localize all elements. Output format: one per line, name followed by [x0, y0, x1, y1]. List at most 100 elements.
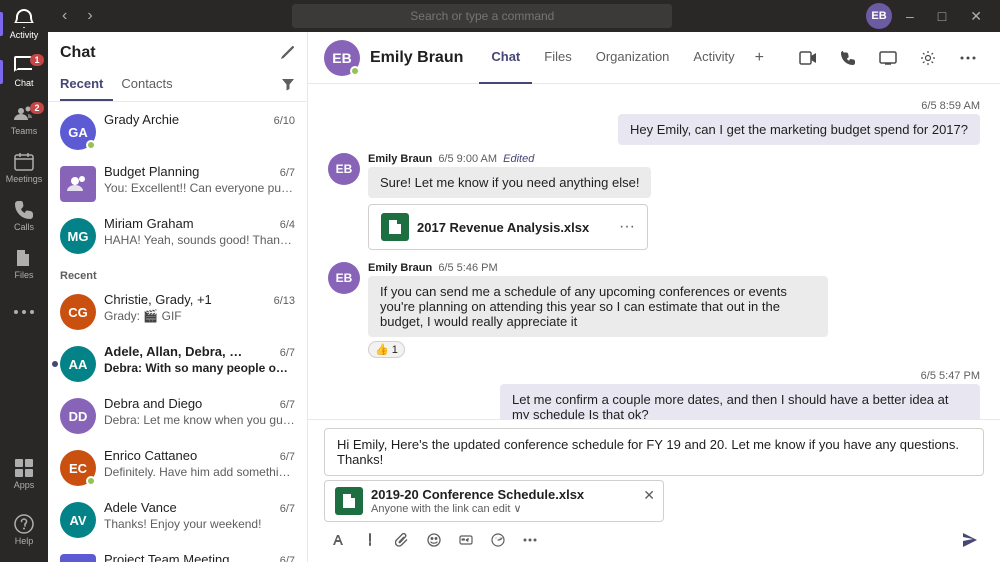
message-bubble: Hey Emily, can I get the marketing budge…: [618, 114, 980, 145]
chat-panel: Chat Recent Contacts GA Grady Archie6/10…: [48, 32, 308, 562]
tab-chat[interactable]: Chat: [479, 32, 532, 84]
list-item[interactable]: AA Adele, Allan, Debra, +36/7Debra: With…: [48, 338, 307, 390]
attachment-more-button[interactable]: ···: [619, 218, 635, 236]
compose-attachment-preview: 2019-20 Conference Schedule.xlsx Anyone …: [324, 480, 664, 522]
compose-toolbar: [324, 522, 984, 554]
search-input[interactable]: [292, 4, 672, 28]
avatar: DD: [60, 398, 96, 434]
chat-header: EB Emily Braun Chat Files Organization A…: [308, 32, 1000, 84]
compose-area: Hi Emily, Here's the updated conference …: [308, 419, 1000, 562]
message-bubble: Let me confirm a couple more dates, and …: [500, 384, 980, 419]
compose-attachment-info: 2019-20 Conference Schedule.xlsx Anyone …: [371, 487, 653, 515]
message-body: 6/5 5:47 PM Let me confirm a couple more…: [500, 370, 980, 419]
chat-window: EB Emily Braun Chat Files Organization A…: [308, 32, 1000, 562]
remove-attachment-button[interactable]: ✕: [643, 487, 655, 504]
attachment-icon: [381, 213, 409, 241]
forward-button[interactable]: ›: [81, 3, 98, 29]
close-button[interactable]: ✕: [960, 4, 992, 29]
message-body: 6/5 8:59 AM Hey Emily, can I get the mar…: [618, 100, 980, 145]
sidebar-label-meetings: Meetings: [6, 174, 43, 184]
messages-area: 6/5 8:59 AM Hey Emily, can I get the mar…: [308, 84, 1000, 419]
list-item[interactable]: DD Debra and Diego6/7Debra: Let me know …: [48, 390, 307, 442]
compose-icon[interactable]: [279, 45, 295, 61]
chat-header-actions: [792, 42, 984, 74]
tab-activity[interactable]: Activity: [681, 32, 746, 84]
sidebar-label-calls: Calls: [14, 222, 34, 232]
sidebar: Activity 1 Chat 2 Teams Meetings Calls F…: [0, 0, 48, 562]
compose-attachment-subtitle: Anyone with the link can edit ∨: [371, 502, 653, 515]
section-label-recent: Recent: [48, 262, 307, 286]
message-row: 6/5 8:59 AM Hey Emily, can I get the mar…: [328, 100, 980, 145]
chat-tabs: Recent Contacts: [48, 70, 307, 102]
sidebar-item-help[interactable]: Help: [0, 506, 48, 554]
sticker-button[interactable]: [484, 526, 512, 554]
filter-icon[interactable]: [281, 77, 295, 94]
chat-panel-header: Chat: [48, 32, 307, 70]
screen-share-button[interactable]: [872, 42, 904, 74]
sidebar-label-activity: Activity: [10, 30, 39, 40]
emoji-button[interactable]: [420, 526, 448, 554]
compose-text[interactable]: Hi Emily, Here's the updated conference …: [324, 428, 984, 476]
add-tab-button[interactable]: +: [747, 49, 772, 67]
back-button[interactable]: ‹: [56, 3, 73, 29]
sidebar-item-files[interactable]: Files: [0, 240, 48, 288]
main-content: Chat Recent Contacts GA Grady Archie6/10…: [48, 32, 1000, 562]
list-item[interactable]: MG Miriam Graham6/4HAHA! Yeah, sounds go…: [48, 210, 307, 262]
message-bubble: If you can send me a schedule of any upc…: [368, 276, 828, 337]
sidebar-label-teams: Teams: [11, 126, 38, 136]
chat-list: GA Grady Archie6/10 Budget Planning6/7Yo…: [48, 102, 307, 562]
message-meta: 6/5 8:59 AM: [921, 100, 980, 112]
message-meta: 6/5 5:47 PM: [921, 370, 980, 382]
tab-contacts[interactable]: Contacts: [121, 70, 182, 101]
message-meta: Emily Braun 6/5 9:00 AM Edited: [368, 153, 651, 165]
sidebar-label-apps: Apps: [14, 480, 35, 490]
titlebar: ‹ › EB – □ ✕: [48, 0, 1000, 32]
avatar: [60, 166, 96, 202]
sidebar-item-apps[interactable]: Apps: [0, 450, 48, 498]
list-item[interactable]: AV Adele Vance6/7Thanks! Enjoy your week…: [48, 494, 307, 546]
sidebar-label-chat: Chat: [14, 78, 33, 88]
tab-recent[interactable]: Recent: [60, 70, 113, 101]
list-item[interactable]: GA Grady Archie6/10: [48, 106, 307, 158]
compose-attachment-title: 2019-20 Conference Schedule.xlsx: [371, 487, 653, 502]
reaction-badge: 👍 1: [368, 341, 405, 358]
send-button[interactable]: [956, 526, 984, 554]
titlebar-nav: ‹ ›: [48, 3, 99, 29]
list-item[interactable]: EC Enrico Cattaneo6/7Definitely. Have hi…: [48, 442, 307, 494]
more-options-button[interactable]: [516, 526, 544, 554]
avatar: CG: [60, 294, 96, 330]
sidebar-item-teams[interactable]: 2 Teams: [0, 96, 48, 144]
importance-button[interactable]: [356, 526, 384, 554]
attach-button[interactable]: [388, 526, 416, 554]
avatar: AV: [60, 502, 96, 538]
list-item[interactable]: Budget Planning6/7You: Excellent!! Can e…: [48, 158, 307, 210]
list-item[interactable]: CG Christie, Grady, +16/13Grady: 🎬 GIF: [48, 286, 307, 338]
attachment-card: 2017 Revenue Analysis.xlsx ···: [368, 204, 648, 250]
message-meta: Emily Braun 6/5 5:46 PM: [368, 262, 828, 274]
gif-button[interactable]: [452, 526, 480, 554]
avatar: [60, 554, 96, 562]
sidebar-item-more[interactable]: [0, 288, 48, 336]
tab-files[interactable]: Files: [532, 32, 583, 84]
avatar: AA: [60, 346, 96, 382]
more-actions-button[interactable]: [952, 42, 984, 74]
titlebar-right: EB – □ ✕: [866, 3, 1000, 29]
sidebar-item-meetings[interactable]: Meetings: [0, 144, 48, 192]
message-row: 6/5 5:47 PM Let me confirm a couple more…: [328, 370, 980, 419]
tab-organization[interactable]: Organization: [584, 32, 682, 84]
video-call-button[interactable]: [792, 42, 824, 74]
message-bubble: Sure! Let me know if you need anything e…: [368, 167, 651, 198]
avatar: MG: [60, 218, 96, 254]
user-avatar[interactable]: EB: [866, 3, 892, 29]
settings-button[interactable]: [912, 42, 944, 74]
list-item[interactable]: Project Team Meeting6/7You: Recording is…: [48, 546, 307, 562]
sidebar-item-chat[interactable]: 1 Chat: [0, 48, 48, 96]
sidebar-item-calls[interactable]: Calls: [0, 192, 48, 240]
sidebar-item-activity[interactable]: Activity: [0, 0, 48, 48]
maximize-button[interactable]: □: [928, 4, 956, 28]
message-body: Emily Braun 6/5 5:46 PM If you can send …: [368, 262, 828, 358]
format-button[interactable]: [324, 526, 352, 554]
audio-call-button[interactable]: [832, 42, 864, 74]
minimize-button[interactable]: –: [896, 4, 924, 28]
sidebar-label-files: Files: [14, 270, 33, 280]
